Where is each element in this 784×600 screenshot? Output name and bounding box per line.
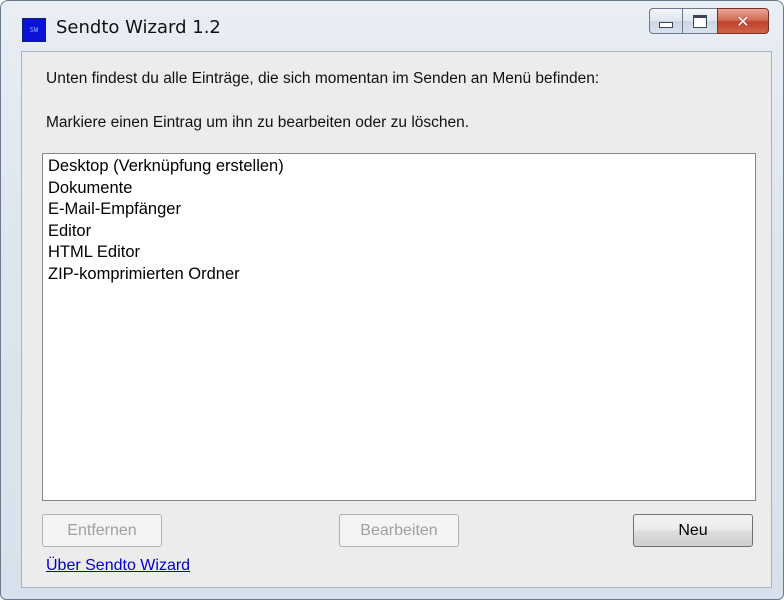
minimize-button[interactable] xyxy=(649,8,683,34)
about-link[interactable]: Über Sendto Wizard xyxy=(46,557,190,575)
title-bar[interactable]: SW Sendto Wizard 1.2 ✕ xyxy=(1,1,783,45)
list-item[interactable]: E-Mail-Empfänger xyxy=(48,199,750,221)
maximize-button[interactable] xyxy=(683,8,717,34)
app-icon[interactable]: SW xyxy=(22,18,46,42)
close-button[interactable]: ✕ xyxy=(717,8,769,34)
caption-buttons: ✕ xyxy=(649,8,769,34)
new-button[interactable]: Neu xyxy=(633,514,753,547)
application-window: SW Sendto Wizard 1.2 ✕ Unten findest du … xyxy=(0,0,784,600)
edit-button[interactable]: Bearbeiten xyxy=(339,514,459,547)
sendto-entries-list[interactable]: Desktop (Verknüpfung erstellen) Dokument… xyxy=(42,153,756,501)
list-item[interactable]: Editor xyxy=(48,221,750,243)
window-title: Sendto Wizard 1.2 xyxy=(56,17,221,38)
minimize-icon xyxy=(659,22,673,28)
info-text-instructions: Markiere einen Eintrag um ihn zu bearbei… xyxy=(46,114,470,131)
list-item[interactable]: Desktop (Verknüpfung erstellen) xyxy=(48,156,750,178)
close-icon: ✕ xyxy=(736,11,750,31)
list-item[interactable]: Dokumente xyxy=(48,178,750,200)
list-item[interactable]: HTML Editor xyxy=(48,242,750,264)
maximize-icon xyxy=(693,14,707,28)
list-item[interactable]: ZIP-komprimierten Ordner xyxy=(48,264,750,286)
info-text-entries: Unten findest du alle Einträge, die sich… xyxy=(46,70,600,87)
dialog-content: Unten findest du alle Einträge, die sich… xyxy=(21,51,772,588)
remove-button[interactable]: Entfernen xyxy=(42,514,162,547)
